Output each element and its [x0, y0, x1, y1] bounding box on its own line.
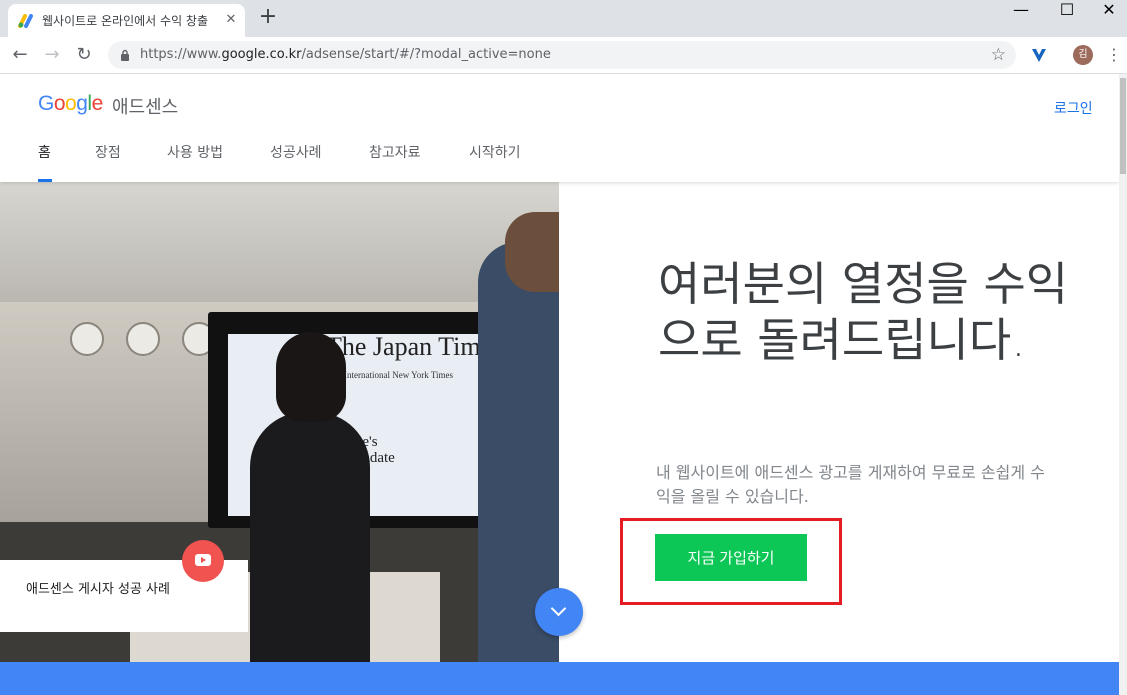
chevron-down-icon: [550, 600, 567, 617]
product-name: 애드센스: [112, 97, 179, 118]
address-bar[interactable]: https://www.google.co.kr/adsense/start/#…: [108, 41, 1016, 69]
new-tab-button[interactable]: +: [256, 6, 280, 30]
login-link[interactable]: 로그인: [1054, 98, 1093, 118]
video-caption: 애드센스 게시자 성공 사례: [26, 582, 170, 597]
window-minimize-button[interactable]: —: [998, 0, 1044, 30]
hero-subtext: 내 웹사이트에 애드센스 광고를 게재하여 무료로 손쉽게 수익을 올릴 수 있…: [656, 463, 1045, 506]
logo-letter: G: [38, 92, 54, 115]
browser-toolbar: ← → ↻ https://www.google.co.kr/adsense/s…: [0, 37, 1127, 74]
scrollbar-thumb[interactable]: [1120, 78, 1126, 174]
wall-clock-icon: [70, 322, 104, 356]
google-logo[interactable]: Google: [38, 92, 103, 116]
logo-letter: g: [76, 92, 88, 115]
nav-success-stories[interactable]: 성공사례: [270, 142, 322, 162]
scroll-down-button[interactable]: [535, 588, 583, 636]
window-maximize-button[interactable]: ☐: [1044, 0, 1090, 30]
reload-icon[interactable]: ↻: [70, 41, 98, 69]
lock-icon: [121, 49, 129, 61]
scene-person-man-head: [505, 212, 559, 292]
nav-benefits[interactable]: 장점: [95, 142, 121, 162]
page-content: Google 애드센스 로그인 홈 장점 사용 방법 성공사례 참고자료 시작하…: [0, 74, 1119, 695]
hero-headline: 여러분의 열정을 수익으로 돌려드립니다.: [658, 257, 1069, 367]
nav-active-indicator: [38, 179, 52, 182]
logo-letter: o: [65, 92, 77, 115]
site-header: Google 애드센스 로그인 홈 장점 사용 방법 성공사례 참고자료 시작하…: [0, 74, 1119, 182]
nav-resources[interactable]: 참고자료: [369, 142, 421, 162]
page-scrollbar[interactable]: [1119, 74, 1127, 695]
scene-person-woman: [250, 412, 370, 662]
url-text: https://www.google.co.kr/adsense/start/#…: [140, 47, 551, 62]
scene-person-woman-head: [276, 332, 346, 422]
extension-icon[interactable]: [1030, 46, 1048, 64]
screen-newspaper-subtitle: International New York Times: [344, 370, 454, 380]
bookmark-star-icon[interactable]: ☆: [991, 45, 1006, 65]
wall-clock-icon: [126, 322, 160, 356]
nav-home[interactable]: 홈: [38, 142, 51, 162]
browser-menu-icon[interactable]: ⋮: [1106, 45, 1122, 65]
screen-newspaper-title: The Japan Times: [326, 332, 503, 361]
browser-tabstrip: 웹사이트로 온라인에서 수익 창출 ✕ + — ☐ ✕: [0, 0, 1127, 37]
scene-ceiling: [0, 182, 559, 302]
forward-icon[interactable]: →: [38, 41, 66, 69]
tab-close-icon[interactable]: ✕: [222, 11, 240, 29]
section-band: [0, 662, 1119, 695]
window-close-button[interactable]: ✕: [1086, 0, 1127, 30]
adsense-favicon-icon: [18, 14, 33, 28]
nav-how-it-works[interactable]: 사용 방법: [167, 142, 223, 162]
logo-letter: e: [91, 92, 104, 115]
browser-tab[interactable]: 웹사이트로 온라인에서 수익 창출 ✕: [8, 4, 245, 37]
youtube-play-button[interactable]: [182, 540, 224, 582]
tab-title: 웹사이트로 온라인에서 수익 창출: [42, 14, 209, 28]
nav-get-started[interactable]: 시작하기: [469, 142, 521, 162]
profile-avatar[interactable]: 김: [1073, 45, 1093, 65]
back-icon[interactable]: ←: [6, 41, 34, 69]
logo-letter: o: [53, 92, 66, 115]
signup-button[interactable]: 지금 가입하기: [655, 534, 807, 581]
youtube-icon: [195, 554, 211, 566]
